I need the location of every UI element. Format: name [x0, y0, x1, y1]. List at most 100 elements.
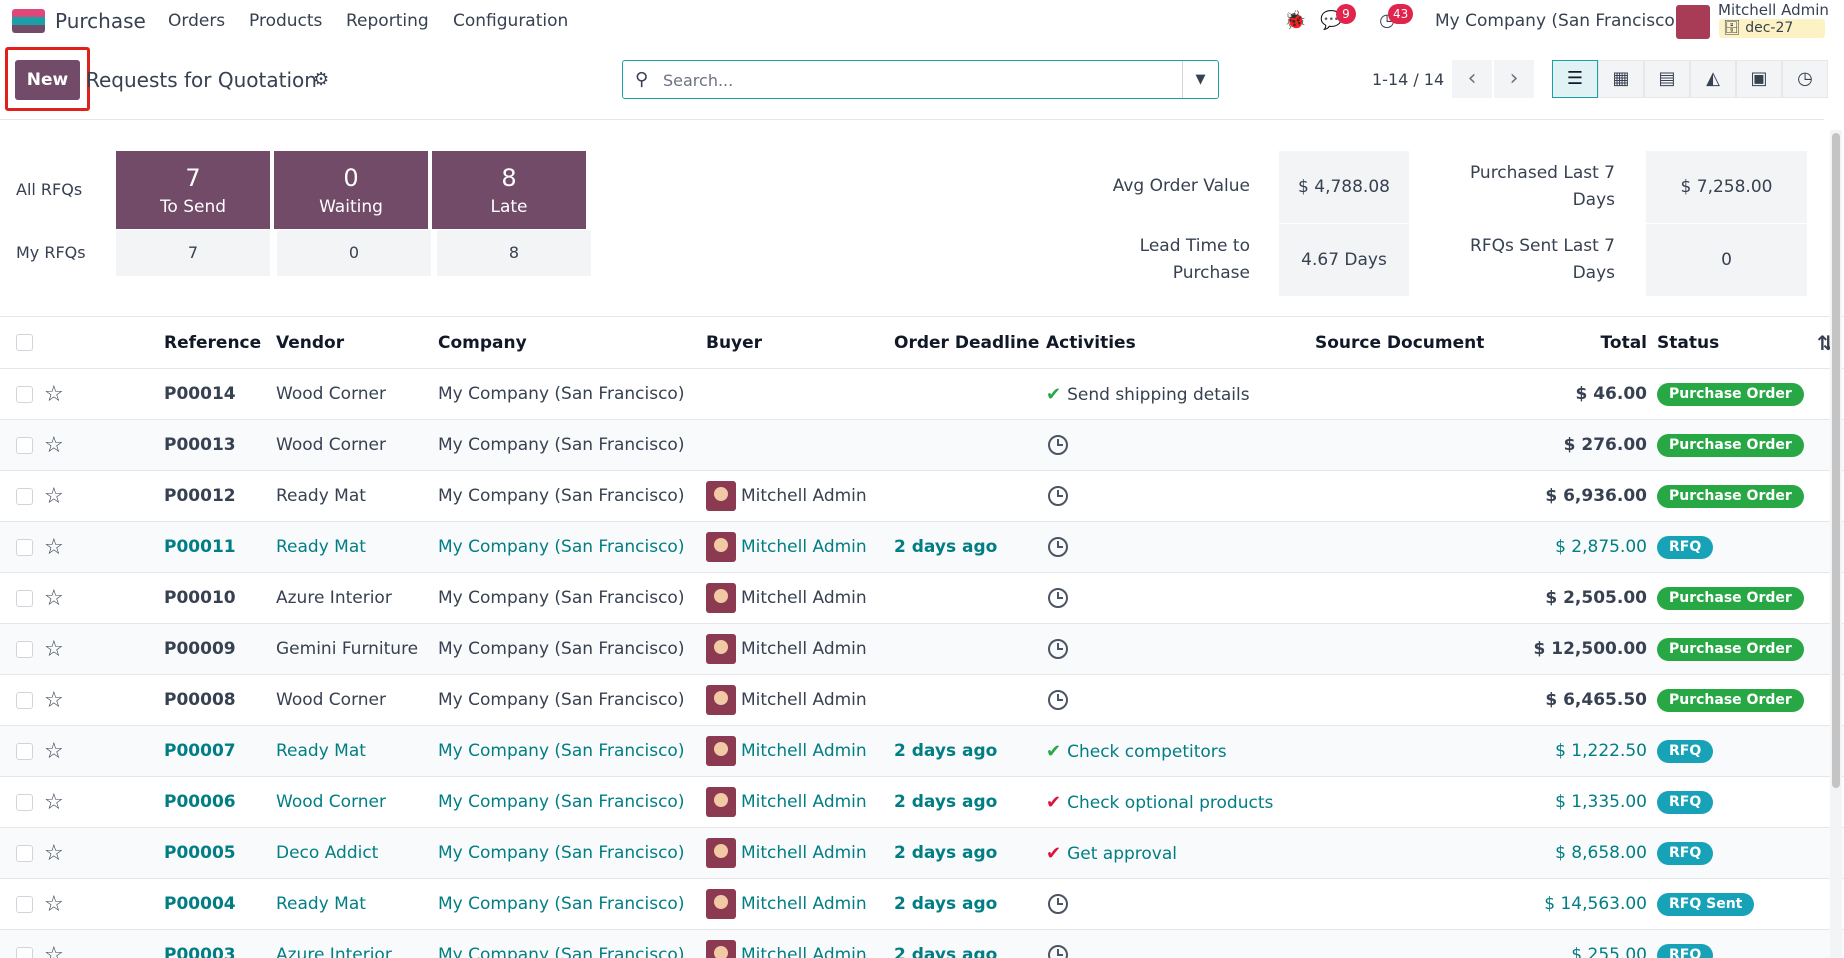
total-cell[interactable]: $ 14,563.00 — [1502, 878, 1657, 930]
reference-cell[interactable]: P00013 — [164, 419, 276, 471]
activity-overdue-icon[interactable]: ✔ — [1046, 843, 1061, 864]
activities-cell[interactable] — [1046, 674, 1315, 726]
total-cell[interactable]: $ 276.00 — [1502, 419, 1657, 471]
source-cell[interactable] — [1315, 827, 1502, 879]
activities-cell[interactable] — [1046, 521, 1315, 573]
total-cell[interactable]: $ 255.00 — [1502, 929, 1657, 958]
row-checkbox[interactable] — [16, 487, 33, 505]
activity-summary[interactable]: Check optional products — [1067, 793, 1273, 813]
buyer-cell[interactable]: Mitchell Admin — [706, 470, 894, 522]
search-options-toggle[interactable]: ▼ — [1182, 61, 1218, 98]
app-name[interactable]: Purchase — [55, 9, 146, 33]
buyer-cell[interactable]: Mitchell Admin — [706, 878, 894, 930]
total-cell[interactable]: $ 2,875.00 — [1502, 521, 1657, 573]
row-checkbox[interactable] — [16, 946, 33, 958]
header-deadline[interactable]: Order Deadline — [894, 316, 1046, 369]
status-cell[interactable]: Purchase Order — [1657, 470, 1817, 522]
table-row[interactable]: ☆ P00005 Deco Addict My Company (San Franci… — [0, 827, 1844, 879]
vendor-cell[interactable]: Deco Addict — [276, 827, 438, 879]
deadline-cell[interactable]: 2 days ago — [894, 725, 1046, 777]
star-icon[interactable]: ☆ — [44, 841, 64, 866]
buyer-cell[interactable]: Mitchell Admin — [706, 674, 894, 726]
status-cell[interactable]: Purchase Order — [1657, 419, 1817, 471]
pager-next-button[interactable]: › — [1494, 60, 1534, 98]
star-icon[interactable]: ☆ — [44, 688, 64, 713]
table-row[interactable]: ☆ P00010 Azure Interior My Company (San Fra… — [0, 572, 1844, 624]
star-icon[interactable]: ☆ — [44, 892, 64, 917]
activities-cell[interactable] — [1046, 623, 1315, 675]
source-cell[interactable] — [1315, 929, 1502, 958]
activity-summary[interactable]: Send shipping details — [1067, 385, 1249, 405]
star-icon[interactable]: ☆ — [44, 484, 64, 509]
calendar-view-button[interactable]: ▣ — [1736, 60, 1782, 98]
activities-cell[interactable]: ✔ Check optional products — [1046, 776, 1315, 828]
status-cell[interactable]: RFQ — [1657, 725, 1817, 777]
activity-clock-icon[interactable] — [1048, 588, 1068, 608]
activity-clock-icon[interactable] — [1048, 945, 1068, 958]
table-row[interactable]: ☆ P00013 Wood Corner My Company (San Franci… — [0, 419, 1844, 471]
activities-cell[interactable]: ✔ Send shipping details — [1046, 368, 1315, 420]
buyer-cell[interactable]: Mitchell Admin — [706, 827, 894, 879]
source-cell[interactable] — [1315, 623, 1502, 675]
buyer-cell[interactable]: Mitchell Admin — [706, 572, 894, 624]
table-row[interactable]: ☆ P00011 Ready Mat My Company (San Francisc… — [0, 521, 1844, 573]
company-cell[interactable]: My Company (San Francisco) — [438, 572, 706, 624]
company-cell[interactable]: My Company (San Francisco) — [438, 929, 706, 958]
buyer-cell[interactable]: Mitchell Admin — [706, 521, 894, 573]
table-row[interactable]: ☆ P00012 Ready Mat My Company (San Francisc… — [0, 470, 1844, 522]
status-cell[interactable]: Purchase Order — [1657, 368, 1817, 420]
deadline-cell[interactable]: 2 days ago — [894, 878, 1046, 930]
source-cell[interactable] — [1315, 776, 1502, 828]
status-cell[interactable]: RFQ — [1657, 827, 1817, 879]
total-cell[interactable]: $ 46.00 — [1502, 368, 1657, 420]
row-checkbox[interactable] — [16, 589, 33, 607]
activities-cell[interactable] — [1046, 929, 1315, 958]
activities-cell[interactable] — [1046, 470, 1315, 522]
my-waiting[interactable]: 0 — [277, 230, 431, 276]
search-input[interactable] — [663, 69, 1163, 91]
buyer-cell[interactable]: Mitchell Admin — [706, 725, 894, 777]
vendor-cell[interactable]: Ready Mat — [276, 725, 438, 777]
status-cell[interactable]: RFQ Sent — [1657, 878, 1817, 930]
total-cell[interactable]: $ 2,505.00 — [1502, 572, 1657, 624]
source-cell[interactable] — [1315, 725, 1502, 777]
deadline-cell[interactable] — [894, 674, 1046, 726]
header-vendor[interactable]: Vendor — [276, 316, 438, 369]
star-icon[interactable]: ☆ — [44, 586, 64, 611]
total-cell[interactable]: $ 6,936.00 — [1502, 470, 1657, 522]
buyer-cell[interactable]: Mitchell Admin — [706, 776, 894, 828]
activity-view-button[interactable]: ◷ — [1782, 60, 1828, 98]
deadline-cell[interactable] — [894, 470, 1046, 522]
header-source[interactable]: Source Document — [1315, 316, 1502, 369]
vendor-cell[interactable]: Wood Corner — [276, 368, 438, 420]
reference-cell[interactable]: P00008 — [164, 674, 276, 726]
my-to-send[interactable]: 7 — [116, 230, 270, 276]
company-cell[interactable]: My Company (San Francisco) — [438, 470, 706, 522]
status-cell[interactable]: Purchase Order — [1657, 623, 1817, 675]
table-row[interactable]: ☆ P00006 Wood Corner My Company (San Franci… — [0, 776, 1844, 828]
activity-clock-icon[interactable] — [1048, 690, 1068, 710]
activities-cell[interactable] — [1046, 572, 1315, 624]
status-cell[interactable]: Purchase Order — [1657, 572, 1817, 624]
vendor-cell[interactable]: Wood Corner — [276, 776, 438, 828]
source-cell[interactable] — [1315, 470, 1502, 522]
activity-summary[interactable]: Check competitors — [1067, 742, 1227, 762]
activities-cell[interactable]: ✔ Check competitors — [1046, 725, 1315, 777]
row-checkbox[interactable] — [16, 385, 33, 403]
reference-cell[interactable]: P00009 — [164, 623, 276, 675]
star-icon[interactable]: ☆ — [44, 943, 64, 958]
header-total[interactable]: Total — [1502, 316, 1657, 369]
row-checkbox[interactable] — [16, 844, 33, 862]
table-row[interactable]: ☆ P00008 Wood Corner My Company (San Franci… — [0, 674, 1844, 726]
source-cell[interactable] — [1315, 572, 1502, 624]
star-icon[interactable]: ☆ — [44, 382, 64, 407]
activity-done-icon[interactable]: ✔ — [1046, 384, 1061, 405]
company-switcher[interactable]: My Company (San Francisco) — [1435, 11, 1681, 31]
menu-reporting[interactable]: Reporting — [346, 11, 429, 31]
header-buyer[interactable]: Buyer — [706, 316, 894, 369]
activity-clock-icon[interactable] — [1048, 894, 1068, 914]
activity-clock-icon[interactable] — [1048, 639, 1068, 659]
vendor-cell[interactable]: Wood Corner — [276, 419, 438, 471]
buyer-cell[interactable]: Mitchell Admin — [706, 623, 894, 675]
bug-icon[interactable]: 🐞 — [1284, 10, 1306, 32]
